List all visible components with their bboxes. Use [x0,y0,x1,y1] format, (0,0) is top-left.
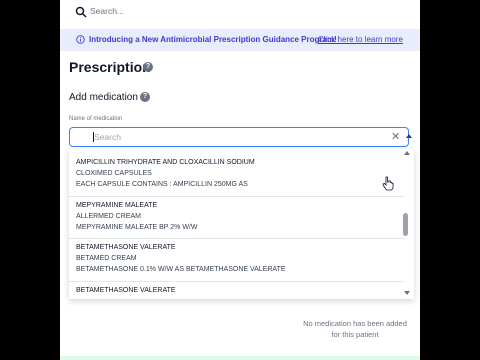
info-icon [76,35,85,44]
banner-text: Introducing a New Antimicrobial Prescrip… [89,35,337,44]
dropdown-option[interactable]: BETAMETHASONE VALERATE BETAMED CREAM BET… [76,242,396,275]
empty-message-line: No medication has been added [303,319,407,328]
medication-field-label: Name of medication [69,116,123,122]
banner-learn-more-link[interactable]: Click here to learn more [318,35,403,44]
option-drug-name: BETAMETHASONE VALERATE [76,244,176,251]
medication-search-input[interactable] [94,130,354,144]
empty-medication-message: No medication has been added for this pa… [295,318,415,340]
hand-pointer-cursor-icon [382,176,394,191]
top-search-placeholder[interactable]: Search... [90,6,124,16]
help-icon[interactable]: ? [140,92,150,102]
scrollbar-thumb[interactable] [403,213,408,236]
option-drug-name: BETAMETHASONE VALERATE [76,287,176,294]
option-detail: EACH CAPSULE CONTAINS : AMPICILLIN 250MG… [76,181,248,188]
chevron-up-icon[interactable] [406,134,412,138]
scroll-up-arrow-icon[interactable] [404,151,410,155]
announcement-banner: Introducing a New Antimicrobial Prescrip… [60,29,420,51]
medication-dropdown-list: AMPICILLIN TRIHYDRATE AND CLOXACILLIN SO… [69,149,414,299]
empty-message-line: for this patient [331,330,379,339]
app-screen: Search... Introducing a New Antimicrobia… [60,0,420,360]
dropdown-option[interactable]: MEPYRAMINE MALEATE ALLERMED CREAM MEPYRA… [76,200,396,233]
page-title: Prescription [69,59,151,75]
divider [69,281,405,282]
dropdown-option[interactable]: BETAMETHASONE VALERATE [76,285,396,296]
dropdown-option[interactable]: AMPICILLIN TRIHYDRATE AND CLOXACILLIN SO… [76,157,396,190]
help-icon[interactable]: ? [143,62,153,72]
option-drug-name: MEPYRAMINE MALEATE [76,202,158,209]
option-detail: MEPYRAMINE MALEATE BP 2% W/W [76,224,198,231]
top-search-bar[interactable]: Search... [60,0,420,26]
option-brand-name: BETAMED CREAM [76,255,137,262]
clear-icon[interactable]: ✕ [391,131,400,143]
divider [69,238,405,239]
medication-search-combobox[interactable]: ✕ [69,127,412,147]
option-brand-name: ALLERMED CREAM [76,213,141,220]
option-brand-name: CLOXIMED CAPSULES [76,170,152,177]
divider [69,196,405,197]
search-icon [75,6,87,18]
section-title: Add medication [69,92,138,103]
scroll-down-arrow-icon[interactable] [404,291,410,295]
option-drug-name: AMPICILLIN TRIHYDRATE AND CLOXACILLIN SO… [76,159,255,166]
footer-accent-bar [60,356,420,360]
option-detail: BETAMETHASONE 0.1% W/W AS BETAMETHASONE … [76,266,286,273]
